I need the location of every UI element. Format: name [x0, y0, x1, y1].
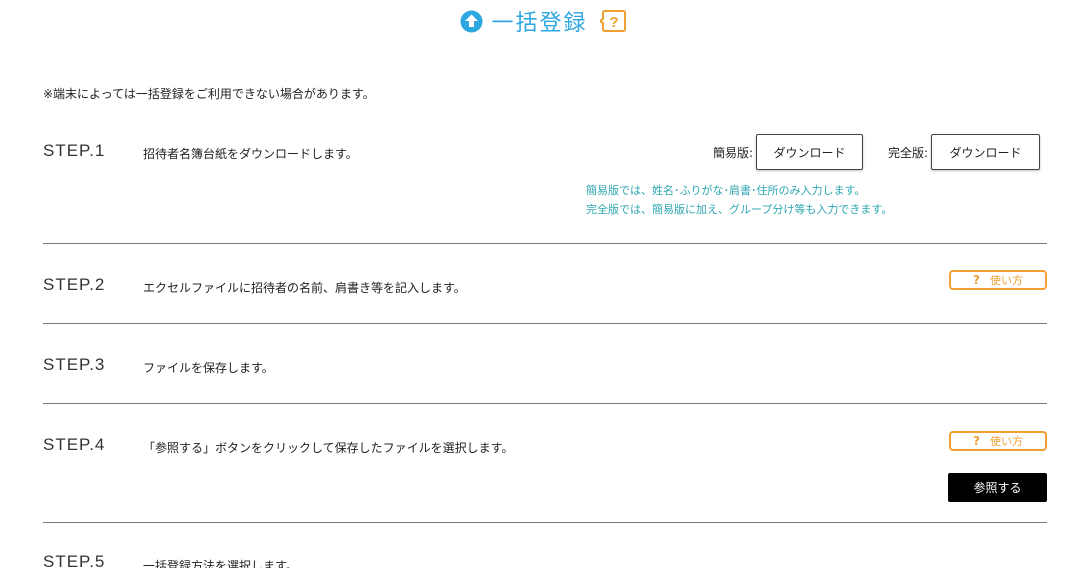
full-version-note: 完全版では、簡易版に加え、グループ分け等も入力できます。 — [586, 203, 893, 216]
divider — [43, 243, 1047, 244]
divider — [43, 522, 1047, 523]
howto-label: 使い方 — [989, 274, 1023, 287]
step-5-label: STEP.5 — [43, 552, 106, 568]
step-3-description: ファイルを保存します。 — [143, 361, 274, 375]
simple-version-label: 簡易版: — [713, 145, 754, 160]
home-arrow-up-icon[interactable] — [460, 10, 483, 33]
page-header: 一括登録 ? — [0, 3, 1086, 39]
step-3: STEP.3 ファイルを保存します。 — [43, 352, 1047, 382]
divider — [43, 403, 1047, 404]
full-download-group: 完全版: ダウンロード — [888, 134, 1041, 170]
question-mark-icon: ? — [973, 273, 980, 287]
full-download-button[interactable]: ダウンロード — [931, 134, 1041, 170]
step-1-description: 招待者名簿台紙をダウンロードします。 — [143, 147, 358, 161]
howto-label: 使い方 — [989, 435, 1023, 448]
simple-download-group: 簡易版: ダウンロード — [713, 134, 864, 170]
question-mark-icon: ? — [973, 434, 980, 448]
divider — [43, 323, 1047, 324]
question-bubble-icon[interactable]: ? — [597, 9, 626, 33]
step-1-label: STEP.1 — [43, 141, 106, 160]
step-1: STEP.1 招待者名簿台紙をダウンロードします。 簡易版: ダウンロード 完全… — [43, 134, 1047, 228]
svg-text:?: ? — [609, 14, 618, 31]
browse-button[interactable]: 参照する — [948, 473, 1047, 502]
simple-version-note: 簡易版では、姓名･ふりがな･肩書･住所のみ入力します。 — [586, 184, 866, 197]
header-inner: 一括登録 ? — [460, 5, 626, 37]
step-4-label: STEP.4 — [43, 435, 106, 454]
step-3-label: STEP.3 — [43, 355, 106, 374]
step-5-description: 一括登録方法を選択します。 — [143, 559, 298, 568]
full-version-label: 完全版: — [888, 145, 929, 160]
step-5: STEP.5 一括登録方法を選択します。 — [43, 552, 1047, 568]
step-2-description: エクセルファイルに招待者の名前、肩書き等を記入します。 — [143, 281, 466, 295]
step-2-label: STEP.2 — [43, 275, 106, 294]
step-4: STEP.4 「参照する」ボタンをクリックして保存したファイルを選択します。 ?… — [43, 431, 1047, 506]
step-2: STEP.2 エクセルファイルに招待者の名前、肩書き等を記入します。 ? 使い方 — [43, 270, 1047, 310]
device-notice: ※端末によっては一括登録をご利用できない場合があります。 — [43, 87, 375, 101]
step-2-howto-button[interactable]: ? 使い方 — [949, 270, 1047, 290]
step-4-howto-button[interactable]: ? 使い方 — [949, 431, 1047, 451]
page-title: 一括登録 — [491, 11, 588, 36]
bulk-registration-page: 一括登録 ? ※端末によっては一括登録をご利用できない場合があります。 STEP… — [0, 0, 1086, 568]
simple-download-button[interactable]: ダウンロード — [756, 134, 864, 170]
step-4-description: 「参照する」ボタンをクリックして保存したファイルを選択します。 — [143, 441, 514, 455]
